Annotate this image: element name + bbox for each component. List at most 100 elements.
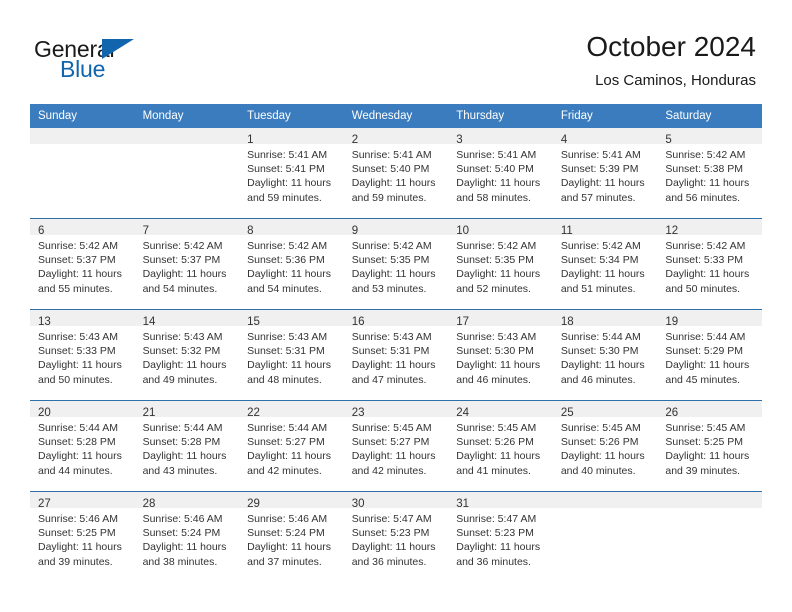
day-number: 4 <box>560 134 568 146</box>
calendar-day-cell[interactable]: 26 Sunrise: 5:45 AM Sunset: 5:25 PM Dayligh… <box>657 400 762 492</box>
day-number-band: 21 <box>134 401 240 419</box>
calendar-day-cell[interactable]: 3 Sunrise: 5:41 AM Sunset: 5:40 PM Daylight… <box>448 128 553 219</box>
daylight-text-line1: Daylight: 11 hours <box>247 268 331 281</box>
calendar-day-cell[interactable]: 31 Sunrise: 5:47 AM Sunset: 5:23 PM Dayligh… <box>448 491 553 582</box>
sunrise-text: Sunrise: 5:42 AM <box>351 240 432 252</box>
calendar-day-cell[interactable]: 28 Sunrise: 5:46 AM Sunset: 5:24 PM Dayligh… <box>134 491 240 582</box>
daylight-text-line2: and 46 minutes. <box>456 373 531 386</box>
calendar-day-cell[interactable]: 16 Sunrise: 5:43 AM Sunset: 5:31 PM Dayligh… <box>343 309 449 401</box>
day-cell-inner: 1 Sunrise: 5:41 AM Sunset: 5:41 PM Daylight… <box>239 128 344 218</box>
day-cell-inner: 21 Sunrise: 5:44 AM Sunset: 5:28 PM Dayligh… <box>134 401 240 491</box>
day-cell-details: Sunrise: 5:44 AM Sunset: 5:29 PM Daylight:… <box>657 326 762 387</box>
calendar-day-cell[interactable]: 15 Sunrise: 5:43 AM Sunset: 5:31 PM Dayligh… <box>239 309 344 401</box>
day-cell-inner: 13 Sunrise: 5:43 AM Sunset: 5:33 PM Dayligh… <box>30 310 135 400</box>
day-number-band: 22 <box>239 401 344 419</box>
sunset-text: Sunset: 5:31 PM <box>351 345 430 358</box>
sunrise-text: Sunrise: 5:44 AM <box>142 422 223 434</box>
daylight-text-line2: and 46 minutes. <box>560 373 636 386</box>
calendar-day-cell[interactable]: 9 Sunrise: 5:42 AM Sunset: 5:35 PM Daylight… <box>343 218 449 310</box>
daylight-text-line2: and 58 minutes. <box>456 191 531 204</box>
calendar-day-cell[interactable]: 8 Sunrise: 5:42 AM Sunset: 5:36 PM Daylight… <box>239 218 344 310</box>
sunset-text: Sunset: 5:24 PM <box>247 527 325 540</box>
sunset-text: Sunset: 5:26 PM <box>456 436 534 449</box>
calendar-day-cell[interactable]: 17 Sunrise: 5:43 AM Sunset: 5:30 PM Dayligh… <box>448 309 553 401</box>
sunrise-text: Sunrise: 5:44 AM <box>665 331 746 343</box>
calendar-day-cell[interactable]: 2 Sunrise: 5:41 AM Sunset: 5:40 PM Daylight… <box>343 128 449 219</box>
day-number: 15 <box>247 316 260 328</box>
calendar-day-cell[interactable]: 30 Sunrise: 5:47 AM Sunset: 5:23 PM Dayligh… <box>343 491 449 582</box>
sunrise-text: Sunrise: 5:45 AM <box>665 422 746 434</box>
general-blue-logo[interactable]: General Blue <box>34 36 234 84</box>
sunrise-text: Sunrise: 5:43 AM <box>247 331 328 343</box>
day-number-band: 25 <box>552 401 658 419</box>
sunrise-text: Sunrise: 5:44 AM <box>247 422 328 434</box>
sunrise-text: Sunrise: 5:45 AM <box>351 422 432 434</box>
weekday-header-friday: Friday <box>552 104 658 128</box>
day-number: 2 <box>351 134 359 146</box>
day-number-band: 20 <box>30 401 135 419</box>
day-cell-details: Sunrise: 5:44 AM Sunset: 5:30 PM Daylight:… <box>553 326 658 387</box>
calendar-day-cell[interactable]: 29 Sunrise: 5:46 AM Sunset: 5:24 PM Dayligh… <box>239 491 344 582</box>
calendar-day-cell[interactable]: 7 Sunrise: 5:42 AM Sunset: 5:37 PM Daylight… <box>134 218 240 310</box>
daylight-text-line2: and 36 minutes. <box>456 555 531 568</box>
calendar-day-cell[interactable]: 19 Sunrise: 5:44 AM Sunset: 5:29 PM Dayligh… <box>657 309 762 401</box>
calendar-day-cell[interactable]: 1 Sunrise: 5:41 AM Sunset: 5:41 PM Daylight… <box>239 128 344 219</box>
day-number-band: 12 <box>657 219 762 237</box>
calendar-day-cell[interactable]: 22 Sunrise: 5:44 AM Sunset: 5:27 PM Dayligh… <box>239 400 344 492</box>
daylight-text-line1: Daylight: 11 hours <box>665 359 750 372</box>
day-number: 6 <box>38 225 45 237</box>
daylight-text-line1: Daylight: 11 hours <box>560 177 645 190</box>
sunset-text: Sunset: 5:26 PM <box>560 436 639 449</box>
calendar-day-cell-empty <box>657 491 762 582</box>
sunrise-text: Sunrise: 5:41 AM <box>351 149 432 161</box>
day-cell-inner <box>134 128 240 218</box>
daylight-text-line2: and 38 minutes. <box>142 555 218 568</box>
calendar-day-cell[interactable]: 23 Sunrise: 5:45 AM Sunset: 5:27 PM Dayligh… <box>343 400 449 492</box>
calendar-day-cell[interactable]: 27 Sunrise: 5:46 AM Sunset: 5:25 PM Dayligh… <box>30 491 135 582</box>
calendar-table: Sunday Monday Tuesday Wednesday Thursday… <box>30 104 762 582</box>
day-cell-details: Sunrise: 5:42 AM Sunset: 5:35 PM Daylight:… <box>344 235 449 296</box>
day-cell-details: Sunrise: 5:41 AM Sunset: 5:40 PM Daylight:… <box>344 144 449 205</box>
sunrise-text: Sunrise: 5:43 AM <box>456 331 537 343</box>
sunset-text: Sunset: 5:24 PM <box>142 527 221 540</box>
calendar-day-cell[interactable]: 12 Sunrise: 5:42 AM Sunset: 5:33 PM Dayligh… <box>657 218 762 310</box>
sunrise-text: Sunrise: 5:43 AM <box>351 331 432 343</box>
daylight-text-line1: Daylight: 11 hours <box>456 541 541 554</box>
calendar-day-cell[interactable]: 14 Sunrise: 5:43 AM Sunset: 5:32 PM Dayligh… <box>134 309 240 401</box>
day-cell-details: Sunrise: 5:46 AM Sunset: 5:25 PM Daylight:… <box>30 508 135 569</box>
day-cell-details: Sunrise: 5:47 AM Sunset: 5:23 PM Daylight:… <box>448 508 553 569</box>
daylight-text-line2: and 54 minutes. <box>247 282 322 295</box>
calendar-day-cell[interactable]: 4 Sunrise: 5:41 AM Sunset: 5:39 PM Daylight… <box>552 128 658 219</box>
calendar-day-cell[interactable]: 11 Sunrise: 5:42 AM Sunset: 5:34 PM Dayligh… <box>552 218 658 310</box>
sunset-text: Sunset: 5:39 PM <box>560 163 639 176</box>
sunrise-text: Sunrise: 5:46 AM <box>142 513 223 525</box>
daylight-text-line2: and 39 minutes. <box>38 555 113 568</box>
day-number: 25 <box>560 407 574 419</box>
calendar-day-cell[interactable]: 24 Sunrise: 5:45 AM Sunset: 5:26 PM Dayligh… <box>448 400 553 492</box>
calendar-day-cell[interactable]: 20 Sunrise: 5:44 AM Sunset: 5:28 PM Dayligh… <box>30 400 135 492</box>
daylight-text-line1: Daylight: 11 hours <box>38 450 122 463</box>
calendar-day-cell[interactable]: 5 Sunrise: 5:42 AM Sunset: 5:38 PM Daylight… <box>657 128 762 219</box>
calendar-day-cell[interactable]: 6 Sunrise: 5:42 AM Sunset: 5:37 PM Daylight… <box>30 218 135 310</box>
day-cell-details: Sunrise: 5:43 AM Sunset: 5:32 PM Daylight:… <box>135 326 240 387</box>
calendar-day-cell[interactable]: 13 Sunrise: 5:43 AM Sunset: 5:33 PM Dayligh… <box>30 309 135 401</box>
day-cell-details: Sunrise: 5:42 AM Sunset: 5:35 PM Daylight:… <box>448 235 553 296</box>
daylight-text-line1: Daylight: 11 hours <box>38 541 122 554</box>
calendar-day-cell[interactable]: 21 Sunrise: 5:44 AM Sunset: 5:28 PM Dayligh… <box>134 400 240 492</box>
calendar-week-row: 13 Sunrise: 5:43 AM Sunset: 5:33 PM Dayligh… <box>30 309 762 401</box>
daylight-text-line1: Daylight: 11 hours <box>247 541 331 554</box>
day-cell-inner: 26 Sunrise: 5:45 AM Sunset: 5:25 PM Dayligh… <box>657 401 762 491</box>
day-number: 10 <box>456 225 470 237</box>
day-cell-details: Sunrise: 5:42 AM Sunset: 5:36 PM Daylight:… <box>239 235 344 296</box>
day-cell-details: Sunrise: 5:43 AM Sunset: 5:33 PM Daylight:… <box>30 326 135 387</box>
daylight-text-line2: and 57 minutes. <box>560 191 636 204</box>
day-cell-details: Sunrise: 5:44 AM Sunset: 5:28 PM Daylight:… <box>30 417 135 478</box>
daylight-text-line2: and 36 minutes. <box>351 555 427 568</box>
day-cell-details: Sunrise: 5:46 AM Sunset: 5:24 PM Daylight:… <box>239 508 344 569</box>
day-number-band: 13 <box>30 310 135 328</box>
calendar-day-cell[interactable]: 10 Sunrise: 5:42 AM Sunset: 5:35 PM Dayligh… <box>448 218 553 310</box>
day-number-band: 26 <box>657 401 762 419</box>
calendar-day-cell[interactable]: 18 Sunrise: 5:44 AM Sunset: 5:30 PM Dayligh… <box>552 309 658 401</box>
day-number: 27 <box>38 498 51 510</box>
calendar-day-cell[interactable]: 25 Sunrise: 5:45 AM Sunset: 5:26 PM Dayligh… <box>552 400 658 492</box>
